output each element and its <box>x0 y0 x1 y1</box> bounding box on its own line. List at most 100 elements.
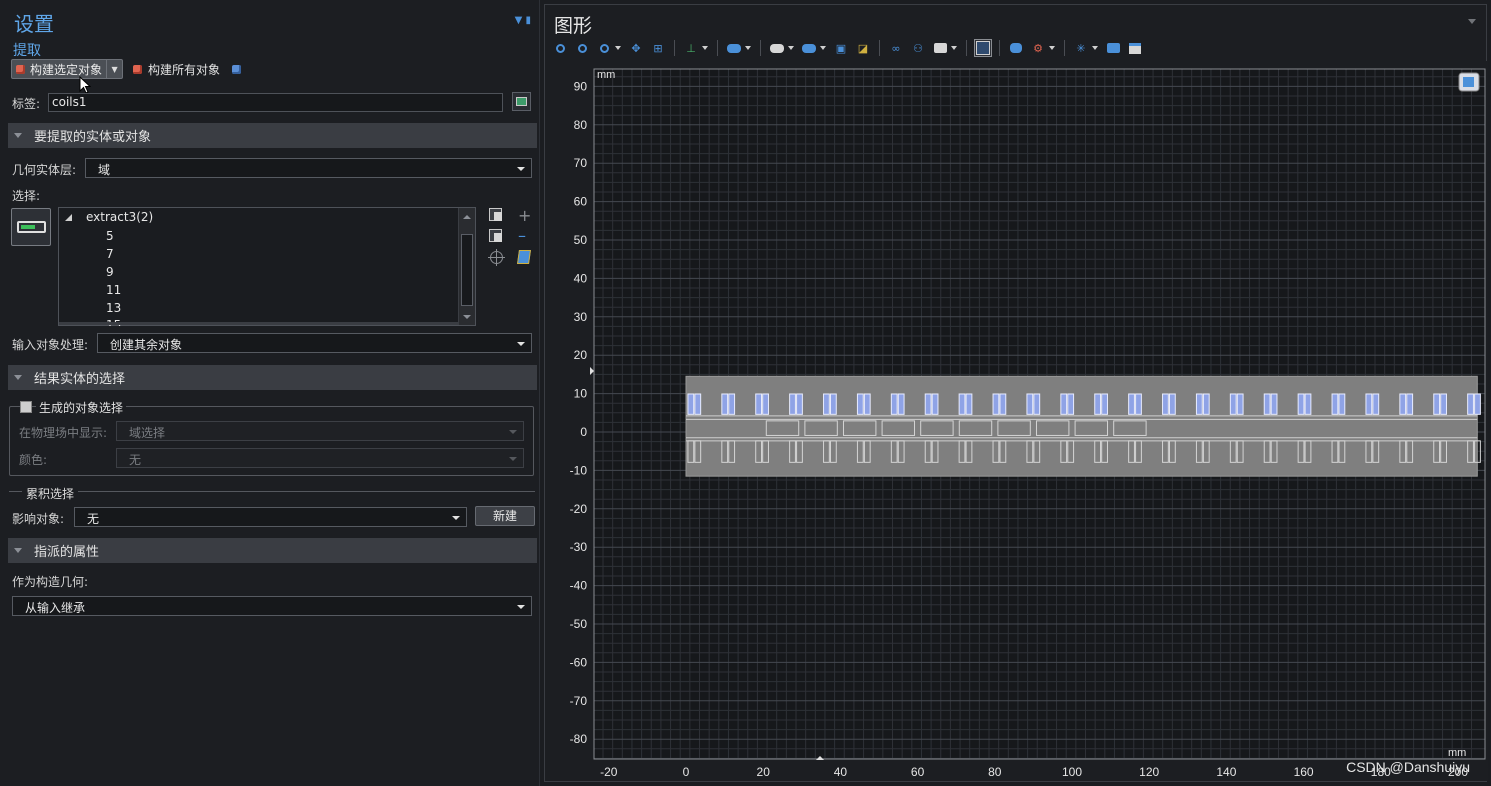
x-tick-label: 80 <box>988 765 1002 779</box>
horizontal-scrollbar[interactable] <box>59 322 459 325</box>
geometry-canvas[interactable]: 9080706050403020100-10-20-30-40-50-60-70… <box>545 61 1488 781</box>
settings-subtitle: 提取 <box>13 43 41 59</box>
y-tick-label: -70 <box>570 694 588 708</box>
hide-icon[interactable]: ⚇ <box>910 40 926 56</box>
coil-top <box>1229 393 1237 415</box>
zoom-box-icon[interactable] <box>596 40 621 56</box>
coil-top <box>1101 393 1108 415</box>
build-selected-button[interactable]: 构建选定对象 ▼ <box>11 59 124 79</box>
scroll-thumb[interactable] <box>461 234 473 306</box>
zoom-in-icon[interactable] <box>552 40 568 56</box>
panel-menu-icon[interactable] <box>1468 19 1476 24</box>
list-item[interactable]: 11 <box>106 283 121 297</box>
contribute-to-label: 影响对象: <box>12 512 65 526</box>
coil-top <box>1263 393 1271 415</box>
reset-view-icon[interactable]: ✳ <box>1073 40 1098 56</box>
list-item[interactable]: 9 <box>106 265 114 279</box>
section-assigned-header[interactable]: 指派的属性 <box>8 538 537 563</box>
result-selection-checkbox[interactable] <box>20 401 32 413</box>
build-selected-icon <box>16 64 25 74</box>
input-handling-select[interactable]: 创建其余对象 <box>97 333 532 353</box>
selection-scrollbar[interactable] <box>458 208 475 325</box>
build-all-button[interactable]: 构建所有对象 <box>133 61 242 78</box>
mouse-cursor-icon <box>79 76 91 94</box>
paste-selection-icon[interactable] <box>489 229 502 242</box>
geom-level-select[interactable]: 域 <box>85 158 532 178</box>
render-icon[interactable]: ⚙ <box>1030 40 1055 56</box>
selection-label: 选择: <box>12 189 41 203</box>
collapse-icon <box>14 548 22 553</box>
section-result-header[interactable]: 结果实体的选择 <box>8 365 537 390</box>
coil-top <box>823 393 830 415</box>
tag-icon <box>516 97 527 106</box>
graphics-title: 图形 <box>554 15 593 37</box>
construction-geometry-select[interactable]: 从输入继承 <box>12 596 532 616</box>
x-tick-label: 160 <box>1294 765 1314 779</box>
view-icon[interactable] <box>932 40 957 56</box>
geometry-objects[interactable] <box>685 375 1481 477</box>
update-icon[interactable] <box>232 64 242 74</box>
x-unit-label: mm <box>1448 747 1466 759</box>
screenshot-icon[interactable] <box>1105 40 1121 56</box>
construction-geometry-label: 作为构造几何: <box>12 575 89 589</box>
print-icon[interactable] <box>1127 40 1143 56</box>
list-item[interactable]: 7 <box>106 247 114 261</box>
select-boundaries-icon[interactable] <box>801 40 826 56</box>
grid-toggle-icon[interactable] <box>974 39 992 57</box>
clear-selection-tool-icon[interactable]: ◪ <box>855 40 871 56</box>
coil-top <box>897 393 905 415</box>
zoom-to-selection-icon[interactable] <box>488 249 505 266</box>
tree-expand-icon[interactable] <box>65 213 72 221</box>
selection-list[interactable]: extract3(2) 5 7 9 11 13 15 <box>58 207 476 326</box>
contribute-to-select[interactable]: 无 <box>74 507 467 527</box>
select-box-icon[interactable]: ▣ <box>833 40 849 56</box>
coil-top <box>1236 393 1244 415</box>
show-in-physics-select[interactable]: 域选择 <box>116 421 524 441</box>
zoom-extents-icon[interactable]: ✥ <box>628 40 644 56</box>
result-selection-title: 生成的对象选择 <box>36 399 127 416</box>
coil-top <box>1399 393 1407 415</box>
color-select[interactable]: 无 <box>116 448 524 468</box>
y-tick-label: 60 <box>574 195 588 209</box>
y-tick-label: -60 <box>570 655 588 669</box>
section-assigned-title: 指派的属性 <box>34 545 100 560</box>
y-tick-label: -50 <box>570 617 588 631</box>
list-item[interactable]: 13 <box>106 301 121 315</box>
scroll-up-icon[interactable] <box>463 215 471 219</box>
scroll-down-icon[interactable] <box>463 315 471 319</box>
scene-light-icon[interactable] <box>1008 40 1024 56</box>
list-item[interactable]: 5 <box>106 229 114 243</box>
clear-selection-icon[interactable] <box>517 250 531 264</box>
coil-top <box>856 393 864 415</box>
remove-icon[interactable]: – <box>518 228 526 244</box>
new-cumulative-button[interactable]: 新建 <box>475 506 535 526</box>
copy-selection-icon[interactable] <box>489 208 502 221</box>
zoom-out-icon[interactable] <box>574 40 590 56</box>
coil-top <box>1406 393 1414 415</box>
axis-icon[interactable]: ⊥ <box>683 40 708 56</box>
zoom-selected-icon[interactable]: ⊞ <box>650 40 666 56</box>
select-domains-icon[interactable] <box>769 40 794 56</box>
section-entities-header[interactable]: 要提取的实体或对象 <box>8 123 537 148</box>
selection-root[interactable]: extract3(2) <box>65 210 153 224</box>
coil-top <box>762 393 769 415</box>
panel-pin-icons[interactable]: ▼ ▮ <box>515 15 531 26</box>
coil-top <box>1202 393 1210 415</box>
select-objects-icon[interactable] <box>726 40 751 56</box>
selection-toggle-button[interactable] <box>11 208 51 246</box>
toolbar-separator <box>879 40 880 56</box>
coil-top <box>1135 393 1142 415</box>
build-dropdown-caret[interactable]: ▼ <box>106 60 122 78</box>
tag-edit-button[interactable] <box>512 92 531 111</box>
coil-top <box>694 393 702 415</box>
add-icon[interactable]: + <box>518 208 531 224</box>
tag-input[interactable]: coils1 <box>48 93 503 112</box>
x-tick-label: -20 <box>600 765 618 779</box>
selection-active-icon <box>17 221 46 233</box>
view-cube-icon[interactable] <box>1458 72 1480 92</box>
coil-top <box>1304 393 1312 415</box>
link-icon[interactable]: ∞ <box>888 40 904 56</box>
build-selected-main[interactable]: 构建选定对象 <box>12 60 106 78</box>
toolbar-separator <box>717 40 718 56</box>
coil-top <box>789 393 796 415</box>
